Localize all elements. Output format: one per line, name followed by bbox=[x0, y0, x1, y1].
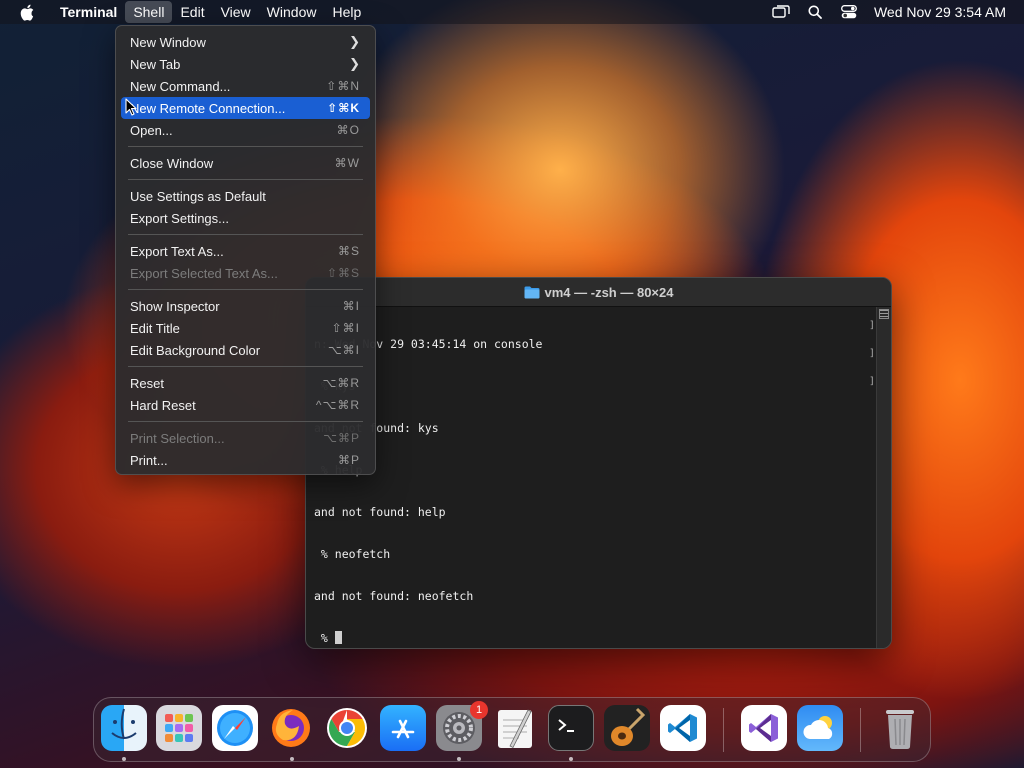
menu-app-name[interactable]: Terminal bbox=[52, 0, 125, 24]
terminal-cursor bbox=[334, 631, 342, 644]
terminal-line: n: Wed Nov 29 03:45:14 on console bbox=[314, 337, 543, 351]
safari-icon[interactable] bbox=[212, 705, 258, 751]
menu-item-export-selected-text: Export Selected Text As... ⇧⌘S bbox=[130, 265, 360, 281]
system-settings-icon[interactable]: 1 bbox=[436, 701, 488, 751]
menu-item-new-tab[interactable]: New Tab ❯ bbox=[121, 53, 370, 75]
menu-edit[interactable]: Edit bbox=[172, 0, 212, 24]
shortcut-label: ⌥⌘R bbox=[322, 376, 360, 390]
menu-separator bbox=[128, 234, 363, 235]
vscode-icon[interactable] bbox=[660, 705, 706, 751]
shortcut-label: ⇧⌘I bbox=[331, 321, 360, 335]
folder-icon bbox=[524, 286, 539, 298]
menu-separator bbox=[128, 421, 363, 422]
screen-mirroring-icon[interactable] bbox=[772, 4, 790, 20]
menu-separator bbox=[128, 146, 363, 147]
weather-icon[interactable] bbox=[797, 705, 843, 751]
menu-separator bbox=[128, 366, 363, 367]
mouse-pointer-icon bbox=[125, 98, 137, 116]
launchpad-icon[interactable] bbox=[156, 705, 202, 751]
menu-view[interactable]: View bbox=[213, 0, 259, 24]
menu-item-use-settings-default[interactable]: Use Settings as Default bbox=[121, 185, 370, 207]
menu-item-edit-background-color[interactable]: Edit Background Color ⌥⌘I bbox=[121, 339, 370, 361]
menu-item-new-remote-connection[interactable]: New Remote Connection... ⇧⌘K bbox=[121, 97, 370, 119]
desktop: Terminal Shell Edit View Window Help Wed… bbox=[0, 0, 1024, 768]
textedit-icon[interactable] bbox=[492, 705, 538, 751]
menu-item-print[interactable]: Print... ⌘P bbox=[121, 449, 370, 471]
dock-divider bbox=[860, 708, 861, 752]
menu-item-new-command[interactable]: New Command... ⇧⌘N bbox=[121, 75, 370, 97]
shortcut-label: ⇧⌘K bbox=[327, 101, 360, 115]
menu-item-print-selection: Print Selection... ⌥⌘P bbox=[130, 430, 360, 446]
spotlight-search-icon[interactable] bbox=[806, 4, 824, 20]
menu-item-export-settings[interactable]: Export Settings... bbox=[121, 207, 370, 229]
chrome-icon[interactable] bbox=[324, 705, 370, 751]
menu-item-export-text[interactable]: Export Text As... ⌘S bbox=[121, 240, 370, 262]
firefox-icon[interactable] bbox=[268, 705, 314, 751]
control-center-icon[interactable] bbox=[840, 4, 858, 20]
menu-item-hard-reset[interactable]: Hard Reset ^⌥⌘R bbox=[121, 394, 370, 416]
shortcut-label: ⌘W bbox=[334, 156, 360, 170]
shortcut-label: ^⌥⌘R bbox=[315, 398, 360, 412]
app-store-icon[interactable] bbox=[380, 705, 426, 751]
running-indicator bbox=[122, 757, 126, 761]
visual-studio-icon[interactable] bbox=[741, 705, 787, 751]
shortcut-label: ⌥⌘P bbox=[323, 431, 360, 445]
chevron-right-icon: ❯ bbox=[349, 56, 360, 71]
menu-item-reset[interactable]: Reset ⌥⌘R bbox=[121, 372, 370, 394]
notification-badge: 1 bbox=[470, 701, 488, 719]
menu-window[interactable]: Window bbox=[259, 0, 325, 24]
shortcut-label: ⌘P bbox=[337, 453, 360, 467]
terminal-line: and not found: neofetch bbox=[314, 589, 474, 603]
shortcut-label: ⇧⌘S bbox=[326, 266, 360, 280]
menu-item-close-window[interactable]: Close Window ⌘W bbox=[121, 152, 370, 174]
menu-separator bbox=[128, 289, 363, 290]
menu-help[interactable]: Help bbox=[324, 0, 369, 24]
terminal-line: % kys bbox=[314, 379, 869, 393]
dock: 1 bbox=[93, 697, 931, 762]
shell-menu-dropdown: New Window ❯ New Tab ❯ New Command... ⇧⌘… bbox=[115, 25, 376, 475]
terminal-window[interactable]: vm4 — -zsh — 80×24 n: Wed Nov 29 03:45:1… bbox=[305, 277, 892, 649]
terminal-line: and not found: kys bbox=[314, 421, 439, 435]
dock-divider bbox=[723, 708, 724, 752]
trash-icon[interactable] bbox=[877, 705, 923, 751]
menu-item-open[interactable]: Open... ⌘O bbox=[121, 119, 370, 141]
menu-item-show-inspector[interactable]: Show Inspector ⌘I bbox=[121, 295, 370, 317]
terminal-line: % help bbox=[314, 463, 869, 477]
terminal-title: vm4 — -zsh — 80×24 bbox=[544, 284, 674, 300]
chevron-right-icon: ❯ bbox=[349, 34, 360, 49]
terminal-scrollbar[interactable] bbox=[876, 307, 891, 648]
shortcut-label: ⌘I bbox=[342, 299, 360, 313]
terminal-prompt: % bbox=[314, 631, 335, 645]
split-pane-button[interactable] bbox=[879, 309, 889, 319]
shortcut-label: ⌘O bbox=[336, 123, 360, 137]
shortcut-label: ⇧⌘N bbox=[326, 79, 360, 93]
garageband-icon[interactable] bbox=[604, 705, 650, 751]
menu-bar: Terminal Shell Edit View Window Help Wed… bbox=[0, 0, 1024, 24]
apple-logo-icon[interactable] bbox=[18, 3, 36, 21]
shortcut-label: ⌘S bbox=[337, 244, 360, 258]
finder-icon[interactable] bbox=[101, 705, 147, 751]
running-indicator bbox=[457, 757, 461, 761]
terminal-line: % neofetch bbox=[314, 547, 391, 561]
terminal-output[interactable]: n: Wed Nov 29 03:45:14 on console % kys … bbox=[306, 307, 877, 648]
menu-shell[interactable]: Shell bbox=[125, 1, 173, 23]
running-indicator bbox=[290, 757, 294, 761]
terminal-titlebar[interactable]: vm4 — -zsh — 80×24 bbox=[306, 278, 891, 307]
menu-item-new-window[interactable]: New Window ❯ bbox=[121, 31, 370, 53]
terminal-icon[interactable] bbox=[548, 705, 594, 751]
menu-separator bbox=[128, 179, 363, 180]
command-marks: ]]] bbox=[868, 320, 875, 387]
terminal-line: and not found: help bbox=[314, 505, 446, 519]
menu-bar-clock[interactable]: Wed Nov 29 3:54 AM bbox=[874, 4, 1006, 20]
running-indicator bbox=[569, 757, 573, 761]
shortcut-label: ⌥⌘I bbox=[327, 343, 360, 357]
menu-item-edit-title[interactable]: Edit Title ⇧⌘I bbox=[121, 317, 370, 339]
